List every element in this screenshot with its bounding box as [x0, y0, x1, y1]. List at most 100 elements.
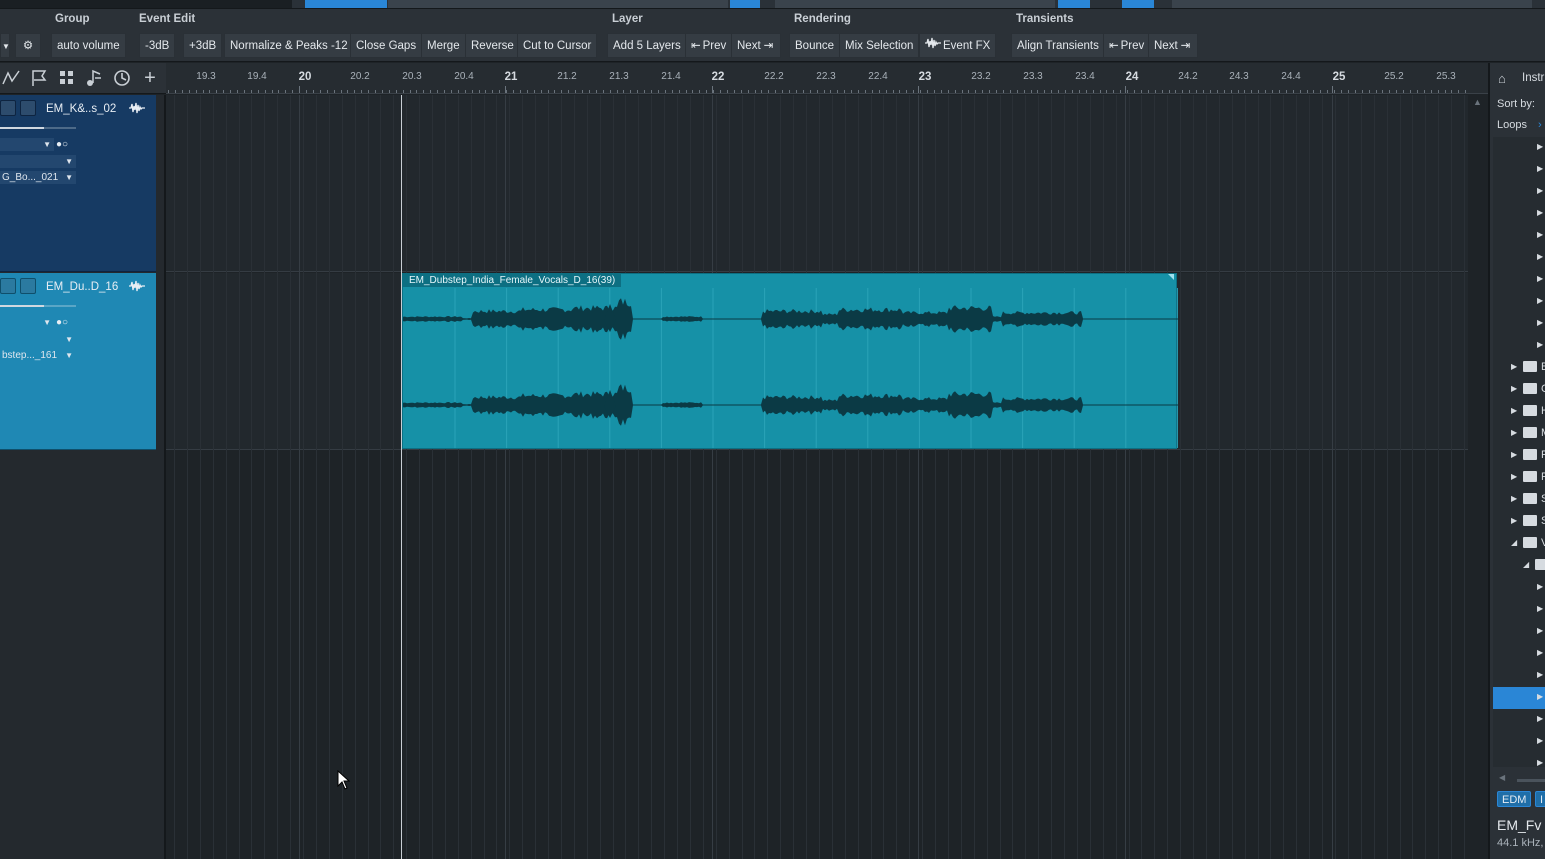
minus-3db-button[interactable]: -3dB — [139, 33, 176, 58]
browser-list-item[interactable]: M▶ — [1493, 423, 1545, 445]
strip-segment[interactable] — [730, 0, 760, 8]
browser-list-item[interactable]: ▶ — [1493, 159, 1545, 181]
ruler-label: 25.3 — [1436, 71, 1456, 82]
group-dropdown-arrow[interactable]: ▼ — [0, 33, 10, 58]
strip-segment[interactable] — [1122, 0, 1154, 8]
clock-icon[interactable] — [113, 69, 131, 87]
cut-to-cursor-button[interactable]: Cut to Cursor — [517, 33, 598, 58]
home-icon[interactable]: ⌂ — [1498, 71, 1506, 86]
browser-list-item[interactable]: ▶ — [1493, 709, 1545, 731]
mix-selection-button[interactable]: Mix Selection — [839, 33, 920, 58]
file-selector[interactable]: bstep..._161 ▼ — [0, 349, 76, 362]
file-selector[interactable]: G_Bo..._021 ▼ — [0, 171, 76, 184]
browser-list-item[interactable]: ▶ — [1493, 687, 1545, 709]
browser-list-item[interactable]: ▶ — [1493, 753, 1545, 775]
browser-list-item[interactable]: H ▶ — [1493, 401, 1545, 423]
browser-list-item[interactable]: ▶ — [1493, 335, 1545, 357]
browser-list-item[interactable]: R ▶ — [1493, 467, 1545, 489]
record-arm-button[interactable] — [0, 278, 16, 294]
tag-badge[interactable]: I — [1535, 791, 1545, 807]
automation-curve-icon[interactable] — [2, 69, 20, 87]
browser-list-item[interactable]: ◢ — [1493, 555, 1545, 577]
strip-segment[interactable] — [1172, 0, 1532, 8]
browser-list-item[interactable]: ▶ — [1493, 225, 1545, 247]
browser-list[interactable]: ▶▶▶▶▶▶▶▶▶▶B▶C▶H▶M▶P▶R▶S▶S▶V◢◢▶▶▶▶▶▶▶▶▶ — [1493, 137, 1545, 767]
grid-line — [484, 95, 485, 859]
scroll-left-icon[interactable]: ◀ — [1499, 773, 1505, 782]
monitor-button[interactable] — [20, 278, 36, 294]
browser-list-item[interactable]: ▶ — [1493, 181, 1545, 203]
track-header[interactable]: EM_K&..s_02 ▼ ●○ ▼ G_Bo..._021 ▼ — [0, 95, 156, 272]
output-selector[interactable]: ▼ — [0, 333, 76, 346]
waveform-icon[interactable] — [129, 279, 145, 295]
waveform-icon[interactable] — [129, 101, 145, 117]
browser-list-item[interactable]: ▶ — [1493, 269, 1545, 291]
strip-segment[interactable] — [1058, 0, 1090, 8]
transients-prev-button[interactable]: ⇤ Prev — [1103, 33, 1151, 58]
record-arm-button[interactable] — [0, 100, 16, 116]
browser-list-item[interactable]: ▶ — [1493, 599, 1545, 621]
browser-list-item[interactable]: ▶ — [1493, 665, 1545, 687]
auto-volume-button[interactable]: auto volume — [51, 33, 126, 58]
strip-segment[interactable] — [775, 0, 1055, 8]
arrange-view[interactable]: EM_Dubstep_India_Female_Vocals_D_16(39) — [166, 95, 1468, 859]
vertical-scrollbar[interactable]: ▲ — [1468, 95, 1488, 859]
tag-badge[interactable]: EDM — [1497, 791, 1532, 807]
browser-list-item[interactable]: ▶ — [1493, 621, 1545, 643]
playhead-cursor[interactable] — [401, 95, 402, 859]
browser-list-item[interactable]: S ▶ — [1493, 489, 1545, 511]
merge-button[interactable]: Merge — [421, 33, 466, 58]
tempo-note-icon[interactable] — [85, 69, 103, 87]
add-track-icon[interactable]: + — [141, 68, 159, 88]
link-toggle-icon[interactable]: ●○ — [56, 317, 74, 329]
browser-list-item[interactable]: ▶ — [1493, 313, 1545, 335]
browser-list-item[interactable]: ▶ — [1493, 577, 1545, 599]
browser-list-item[interactable]: C ▶ — [1493, 379, 1545, 401]
browser-list-item[interactable]: ▶ — [1493, 291, 1545, 313]
track-header[interactable]: EM_Du..D_16 ▼ ●○ ▼ bstep..._161 ▼ — [0, 273, 156, 450]
normalize-button[interactable]: Normalize & Peaks -12 — [224, 33, 354, 58]
browser-list-item[interactable]: V ◢ — [1493, 533, 1545, 555]
browser-list-item[interactable]: P ▶ — [1493, 445, 1545, 467]
ruler-tick — [1375, 90, 1377, 93]
input-selector[interactable]: ▼ — [0, 138, 54, 151]
layer-prev-button[interactable]: ⇤ Prev — [685, 33, 733, 58]
layer-next-button[interactable]: Next ⇥ — [731, 33, 782, 58]
browser-list-item[interactable]: B ▶ — [1493, 357, 1545, 379]
monitor-button[interactable] — [20, 100, 36, 116]
output-selector[interactable]: ▼ — [0, 155, 76, 168]
volume-fader[interactable] — [0, 127, 76, 129]
track-name[interactable]: EM_Du..D_16 — [46, 281, 118, 293]
settings-gear-button[interactable]: ⚙ — [15, 33, 41, 58]
browser-list-item[interactable]: ▶ — [1493, 203, 1545, 225]
plus-3db-button[interactable]: +3dB — [183, 33, 223, 58]
browser-list-item[interactable]: ▶ — [1493, 247, 1545, 269]
close-gaps-button[interactable]: Close Gaps — [350, 33, 423, 58]
browser-list-item[interactable]: S ▶ — [1493, 511, 1545, 533]
horizontal-scrollbar[interactable]: ◀ — [1497, 773, 1545, 783]
browser-list-item[interactable]: ▶ — [1493, 643, 1545, 665]
add-5-layers-button[interactable]: Add 5 Layers — [607, 33, 687, 58]
align-transients-button[interactable]: Align Transients — [1011, 33, 1105, 58]
link-toggle-icon[interactable]: ●○ — [56, 139, 74, 151]
grid-icon[interactable] — [58, 69, 76, 87]
track-name[interactable]: EM_K&..s_02 — [46, 103, 116, 115]
reverse-button[interactable]: Reverse — [465, 33, 520, 58]
track-lane[interactable] — [166, 95, 1468, 272]
browser-tab-instruments[interactable]: Instr — [1522, 72, 1544, 84]
loops-sort-selector[interactable]: Loops › — [1497, 119, 1542, 131]
transients-next-button[interactable]: Next ⇥ — [1148, 33, 1199, 58]
fade-handle-icon[interactable] — [1168, 274, 1174, 280]
flag-icon[interactable] — [30, 69, 48, 87]
strip-segment[interactable] — [388, 0, 728, 8]
scroll-up-icon[interactable]: ▲ — [1473, 97, 1482, 107]
input-selector[interactable]: ▼ — [0, 316, 54, 329]
event-fx-button[interactable]: Event FX — [919, 33, 997, 58]
audio-event[interactable]: EM_Dubstep_India_Female_Vocals_D_16(39) — [402, 273, 1178, 449]
strip-segment[interactable] — [305, 0, 387, 8]
timeline-ruler[interactable]: 19.3 19.4 20 20.2 20.3 20.4 21 21.2 21.3 21.4 22 22… — [166, 63, 1488, 94]
bounce-button[interactable]: Bounce — [789, 33, 841, 58]
browser-list-item[interactable]: ▶ — [1493, 137, 1545, 159]
browser-list-item[interactable]: ▶ — [1493, 731, 1545, 753]
volume-fader[interactable] — [0, 305, 76, 307]
